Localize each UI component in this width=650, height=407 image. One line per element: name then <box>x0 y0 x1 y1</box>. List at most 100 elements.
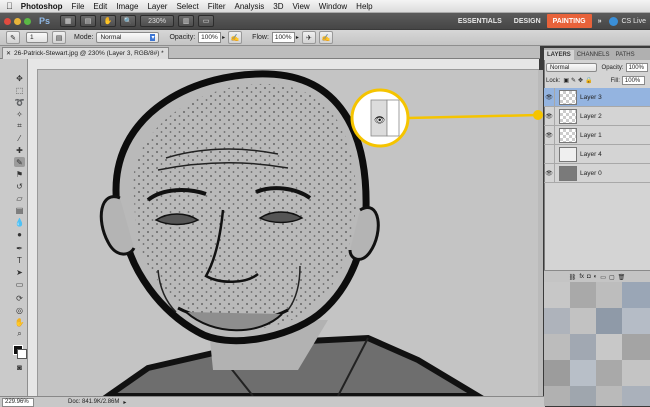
document-canvas[interactable]: 👁 <box>38 70 538 396</box>
screen-mode-button[interactable]: ▭ <box>198 15 215 27</box>
mode-select[interactable]: Normal ▾ <box>96 32 160 43</box>
menu-layer[interactable]: Layer <box>147 2 167 11</box>
blur-tool-icon[interactable]: 💧 <box>14 217 25 227</box>
layer-row-layer-0[interactable]: 👁 Layer 0 <box>544 164 650 183</box>
layer-row-layer-2[interactable]: 👁 Layer 2 <box>544 107 650 126</box>
layer-style-icon[interactable]: fx <box>579 274 584 280</box>
marquee-tool-icon[interactable]: ⬚ <box>14 85 25 95</box>
more-workspaces-button[interactable]: » <box>592 14 608 28</box>
zoom-tool-icon[interactable]: ⌕ <box>14 329 25 339</box>
brush-tool-icon[interactable]: ✎ <box>14 157 25 167</box>
bridge-button[interactable]: ▦ <box>60 15 77 27</box>
workspace-design[interactable]: DESIGN <box>508 14 547 28</box>
airbrush-icon[interactable]: ✈ <box>301 31 316 44</box>
layer-opacity-field[interactable]: 100% <box>625 63 648 72</box>
move-tool-icon[interactable]: ✥ <box>14 73 25 83</box>
brush-panel-icon[interactable]: ▤ <box>52 31 66 44</box>
shape-tool-icon[interactable]: ▭ <box>14 279 25 289</box>
eye-icon[interactable]: 👁 <box>544 126 555 144</box>
menu-help[interactable]: Help <box>356 2 372 11</box>
menu-window[interactable]: Window <box>319 2 347 11</box>
workspace-essentials[interactable]: ESSENTIALS <box>452 14 508 28</box>
new-layer-icon[interactable]: ▢ <box>609 274 615 281</box>
3d-rotate-tool-icon[interactable]: ⟳ <box>14 293 25 303</box>
menu-edit[interactable]: Edit <box>93 2 107 11</box>
brush-tool-preset-icon[interactable]: ✎ <box>6 31 20 44</box>
menu-3d[interactable]: 3D <box>273 2 283 11</box>
status-zoom-field[interactable]: 229.96% <box>2 397 34 407</box>
layer-name: Layer 0 <box>580 169 602 177</box>
pressure-size-icon[interactable]: ✍ <box>318 31 333 44</box>
close-window-button[interactable] <box>4 17 11 25</box>
path-selection-tool-icon[interactable]: ➤ <box>14 267 25 277</box>
quick-mask-icon[interactable]: ◙ <box>14 362 25 372</box>
lock-transparent-icon[interactable]: ▣ <box>563 77 569 84</box>
link-layers-icon[interactable]: ⛓ <box>569 274 577 281</box>
hand-tool-button[interactable]: ✋ <box>100 15 117 27</box>
zoom-tool-button[interactable]: 🔍 <box>120 15 137 27</box>
menu-view[interactable]: View <box>293 2 310 11</box>
pixel-mosaic <box>544 282 650 406</box>
eyedropper-tool-icon[interactable]: ⁄ <box>14 133 25 143</box>
opacity-field[interactable]: 100% <box>198 32 222 43</box>
pressure-opacity-icon[interactable]: ✍ <box>228 31 243 44</box>
layers-panel-tabs: LAYERS CHANNELS PATHS <box>544 48 650 60</box>
view-extras-button[interactable]: ▤ <box>80 15 97 27</box>
menu-select[interactable]: Select <box>176 2 198 11</box>
arrange-documents-button[interactable]: ▥ <box>178 15 195 27</box>
minimize-window-button[interactable] <box>14 17 21 25</box>
app-menu[interactable]: Photoshop <box>21 2 63 11</box>
lock-all-icon[interactable]: 🔒 <box>585 77 592 84</box>
lock-position-icon[interactable]: ✥ <box>578 77 583 84</box>
menu-analysis[interactable]: Analysis <box>234 2 264 11</box>
new-group-icon[interactable]: ▭ <box>600 274 606 281</box>
pen-tool-icon[interactable]: ✒ <box>14 243 25 253</box>
document-tab[interactable]: ✕ 26-Patrick-Stewart.jpg @ 230% (Layer 3… <box>2 47 169 59</box>
apple-icon[interactable]:  <box>6 1 13 11</box>
cs-live-button[interactable]: CS Live <box>618 14 650 28</box>
layer-thumbnail <box>559 89 577 105</box>
dodge-tool-icon[interactable]: ● <box>14 229 25 239</box>
opacity-slider-arrow-icon[interactable]: ▸ <box>222 34 225 41</box>
eye-hidden-icon[interactable] <box>544 145 555 163</box>
quick-select-tool-icon[interactable]: ✧ <box>14 109 25 119</box>
flow-field[interactable]: 100% <box>271 32 295 43</box>
hand-tool-icon[interactable]: ✋ <box>14 317 25 327</box>
crop-tool-icon[interactable]: ⌗ <box>14 121 25 131</box>
layer-row-layer-1[interactable]: 👁 Layer 1 <box>544 126 650 145</box>
layer-row-layer-4[interactable]: Layer 4 <box>544 145 650 164</box>
history-brush-tool-icon[interactable]: ↺ <box>14 181 25 191</box>
delete-layer-icon[interactable]: 🗑 <box>618 274 626 281</box>
clone-stamp-tool-icon[interactable]: ⚑ <box>14 169 25 179</box>
layer-blend-mode-select[interactable]: Normal <box>546 63 597 72</box>
tab-paths[interactable]: PATHS <box>612 50 637 60</box>
eraser-tool-icon[interactable]: ▱ <box>14 193 25 203</box>
fill-field[interactable]: 100% <box>621 76 645 85</box>
type-tool-icon[interactable]: T <box>14 255 25 265</box>
menu-file[interactable]: File <box>72 2 85 11</box>
tab-layers[interactable]: LAYERS <box>544 50 574 60</box>
lasso-tool-icon[interactable]: ➰ <box>14 97 25 107</box>
tab-channels[interactable]: CHANNELS <box>574 50 613 60</box>
flow-slider-arrow-icon[interactable]: ▸ <box>296 34 299 41</box>
lock-image-icon[interactable]: ✎ <box>571 77 576 84</box>
background-color-swatch[interactable] <box>17 349 27 359</box>
adjustment-layer-icon[interactable]: ◐ <box>594 274 598 280</box>
eye-icon[interactable]: 👁 <box>544 88 555 106</box>
cs-live-icon[interactable] <box>609 16 619 26</box>
close-tab-icon[interactable]: ✕ <box>6 50 11 57</box>
gradient-tool-icon[interactable]: ▤ <box>14 205 25 215</box>
status-menu-arrow-icon[interactable]: ▸ <box>123 399 126 406</box>
eye-icon[interactable]: 👁 <box>544 107 555 125</box>
menu-filter[interactable]: Filter <box>208 2 226 11</box>
healing-brush-tool-icon[interactable]: ✚ <box>14 145 25 155</box>
workspace-painting[interactable]: PAINTING <box>546 14 592 28</box>
brush-size-picker[interactable]: 1 <box>26 32 48 43</box>
add-mask-icon[interactable]: ◘ <box>587 274 591 280</box>
zoom-level-select[interactable]: 230% <box>140 15 175 27</box>
3d-orbit-tool-icon[interactable]: ◎ <box>14 305 25 315</box>
layer-row-layer-3[interactable]: 👁 Layer 3 <box>544 88 650 107</box>
menu-image[interactable]: Image <box>116 2 138 11</box>
zoom-window-button[interactable] <box>24 17 31 25</box>
eye-icon[interactable]: 👁 <box>544 164 555 182</box>
